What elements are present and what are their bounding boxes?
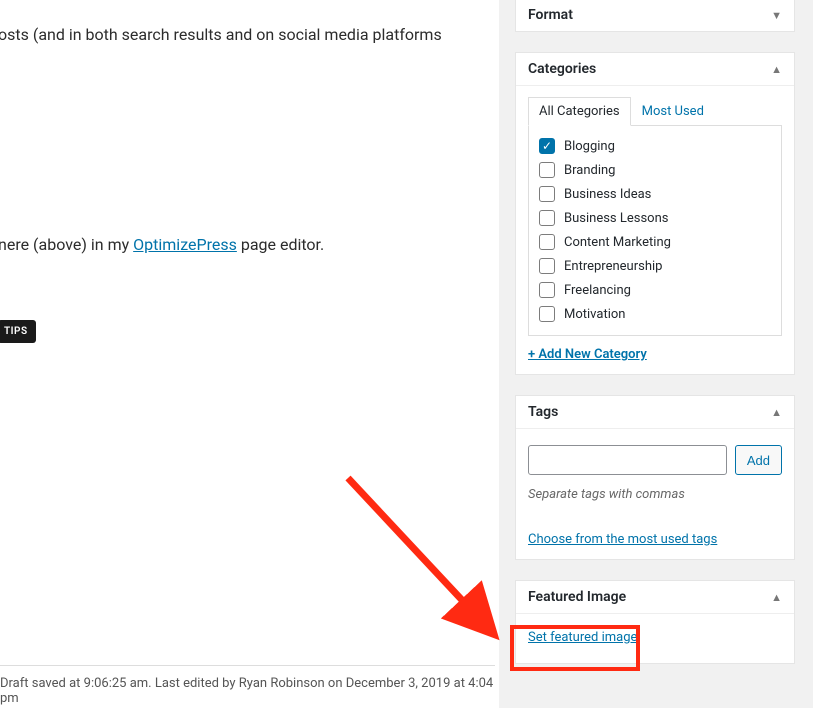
panel-categories-title: Categories [528, 61, 596, 77]
checkbox-icon[interactable] [539, 234, 555, 250]
right-sidebar: Format ▼ Categories ▲ All Categories Mos… [499, 0, 813, 708]
chevron-up-icon: ▲ [771, 591, 782, 604]
checkbox-icon[interactable] [539, 258, 555, 274]
tags-hint: Separate tags with commas [528, 487, 782, 502]
category-label: Freelancing [564, 283, 631, 298]
panel-tags-header[interactable]: Tags ▲ [516, 396, 794, 429]
body-text-fragment-1: osts (and in both search results and on … [0, 23, 442, 47]
list-item[interactable]: Blogging [539, 134, 771, 158]
choose-used-tags-link[interactable]: Choose from the most used tags [528, 532, 717, 547]
checkbox-icon[interactable] [539, 186, 555, 202]
list-item[interactable]: Entrepreneurship [539, 254, 771, 278]
chevron-up-icon: ▲ [771, 63, 782, 76]
category-list: Blogging Branding Business Ideas Busines… [528, 126, 782, 336]
panel-categories-header[interactable]: Categories ▲ [516, 53, 794, 86]
panel-format-header[interactable]: Format ▼ [516, 0, 794, 31]
category-label: Blogging [564, 139, 615, 154]
list-item[interactable]: Branding [539, 158, 771, 182]
panel-featured-header[interactable]: Featured Image ▲ [516, 581, 794, 614]
panel-tags: Tags ▲ Add Separate tags with commas Cho… [515, 395, 795, 560]
category-label: Business Lessons [564, 211, 668, 226]
tags-input[interactable] [528, 445, 727, 475]
tips-chip[interactable]: TIPS [0, 320, 36, 343]
category-label: Business Ideas [564, 187, 651, 202]
checkbox-icon[interactable] [539, 162, 555, 178]
panel-tags-title: Tags [528, 404, 558, 420]
panel-featured-title: Featured Image [528, 589, 626, 605]
set-featured-image-link[interactable]: Set featured image [528, 630, 637, 645]
panel-format-title: Format [528, 7, 573, 23]
chevron-up-icon: ▲ [771, 406, 782, 419]
list-item[interactable]: Business Lessons [539, 206, 771, 230]
panel-format: Format ▼ [515, 0, 795, 32]
body-text-fragment-2: nere (above) in my OptimizePress page ed… [0, 233, 324, 257]
checkbox-icon[interactable] [539, 210, 555, 226]
category-label: Branding [564, 163, 615, 178]
category-label: Content Marketing [564, 235, 671, 250]
category-tabs: All Categories Most Used [528, 96, 782, 126]
status-bar: Draft saved at 9:06:25 am. Last edited b… [0, 665, 495, 706]
category-label: Entrepreneurship [564, 259, 662, 274]
list-item[interactable]: Freelancing [539, 278, 771, 302]
panel-featured-image: Featured Image ▲ Set featured image [515, 580, 795, 664]
optimizepress-link[interactable]: OptimizePress [133, 235, 237, 254]
tab-most-used[interactable]: Most Used [631, 97, 715, 126]
add-tag-button[interactable]: Add [735, 445, 782, 475]
chevron-down-icon: ▼ [771, 9, 782, 22]
text-span: page editor. [237, 235, 324, 254]
text-span: nere (above) in my [0, 235, 133, 254]
checkbox-icon[interactable] [539, 306, 555, 322]
panel-categories: Categories ▲ All Categories Most Used Bl… [515, 52, 795, 375]
list-item[interactable]: Content Marketing [539, 230, 771, 254]
category-label: Motivation [564, 307, 625, 322]
add-new-category-link[interactable]: + Add New Category [528, 347, 647, 362]
editor-main: osts (and in both search results and on … [0, 0, 495, 708]
list-item[interactable]: Business Ideas [539, 182, 771, 206]
tab-all-categories[interactable]: All Categories [528, 97, 631, 126]
list-item[interactable]: Motivation [539, 302, 771, 326]
checkbox-icon[interactable] [539, 282, 555, 298]
checkbox-icon[interactable] [539, 138, 555, 154]
